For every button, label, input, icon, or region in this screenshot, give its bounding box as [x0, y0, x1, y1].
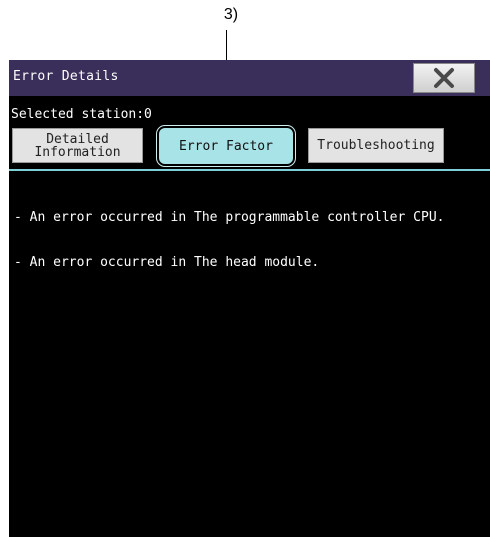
tab-detailed-information-label: Detailed Information: [34, 131, 121, 160]
tab-detailed-information[interactable]: Detailed Information: [12, 128, 143, 163]
error-factor-content: - An error occurred in The programmable …: [14, 180, 444, 300]
error-line: - An error occurred in The head module.: [14, 255, 320, 270]
tab-troubleshooting[interactable]: Troubleshooting: [308, 128, 444, 163]
tab-divider: [9, 169, 490, 171]
title-bar: Error Details: [9, 60, 490, 96]
error-details-screen: Error Details Selected station:0 Detaile…: [9, 60, 490, 537]
tab-troubleshooting-label: Troubleshooting: [317, 138, 435, 153]
close-x-icon: [434, 68, 454, 88]
tab-error-factor-label: Error Factor: [179, 138, 273, 154]
close-button[interactable]: [413, 63, 475, 93]
callout-label: 3): [223, 6, 239, 23]
selected-station-label: Selected station:0: [11, 107, 152, 122]
window-title: Error Details: [13, 69, 119, 84]
tab-error-factor[interactable]: Error Factor: [156, 125, 296, 167]
error-line: - An error occurred in The programmable …: [14, 210, 445, 225]
